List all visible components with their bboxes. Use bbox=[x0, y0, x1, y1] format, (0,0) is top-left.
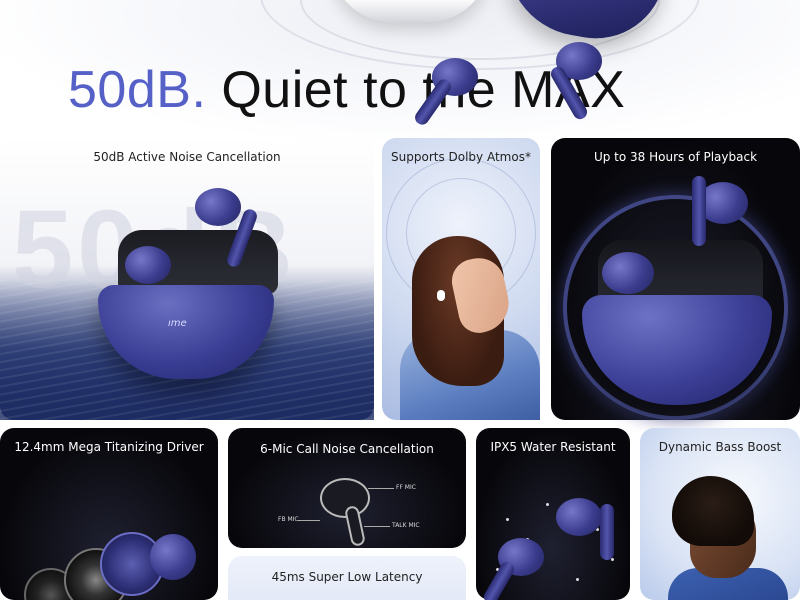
feature-tile-driver: 12.4mm Mega Titanizing Driver bbox=[0, 428, 218, 600]
tile-label: 45ms Super Low Latency bbox=[271, 570, 423, 584]
water-drop-icon bbox=[546, 503, 549, 506]
tile-label: IPX5 Water Resistant bbox=[490, 440, 616, 454]
mic-label: FB MIC bbox=[278, 516, 299, 523]
mic-label: FF MIC bbox=[396, 484, 416, 491]
tile-label: 12.4mm Mega Titanizing Driver bbox=[14, 440, 204, 454]
hero-title-accent: 50dB. bbox=[68, 61, 207, 119]
tile-label: Dynamic Bass Boost bbox=[658, 440, 782, 454]
tile-label: Supports Dolby Atmos* bbox=[391, 150, 531, 164]
hero-title: 50dB. Quiet to the MAX bbox=[68, 60, 625, 120]
mic-label: TALK MIC bbox=[392, 522, 420, 529]
feature-tile-mic: 6-Mic Call Noise Cancellation FF MIC FB … bbox=[228, 428, 466, 548]
case-logo: ıme bbox=[168, 318, 187, 329]
feature-tile-latency: 45ms Super Low Latency bbox=[228, 556, 466, 600]
tile-label: 50dB Active Noise Cancellation bbox=[93, 150, 281, 164]
mic-pointer-line bbox=[368, 488, 394, 489]
tile-label: 6-Mic Call Noise Cancellation bbox=[260, 442, 434, 456]
earbud-icon bbox=[150, 534, 196, 580]
mic-pointer-line bbox=[364, 526, 390, 527]
water-drop-icon bbox=[576, 578, 579, 581]
tile-label: Up to 38 Hours of Playback bbox=[593, 150, 758, 164]
water-drop-icon bbox=[611, 558, 614, 561]
earbud-icon bbox=[437, 290, 445, 301]
water-drop-icon bbox=[506, 518, 509, 521]
hero-banner: 50dB. Quiet to the MAX bbox=[0, 0, 800, 140]
mic-pointer-line bbox=[298, 520, 320, 521]
